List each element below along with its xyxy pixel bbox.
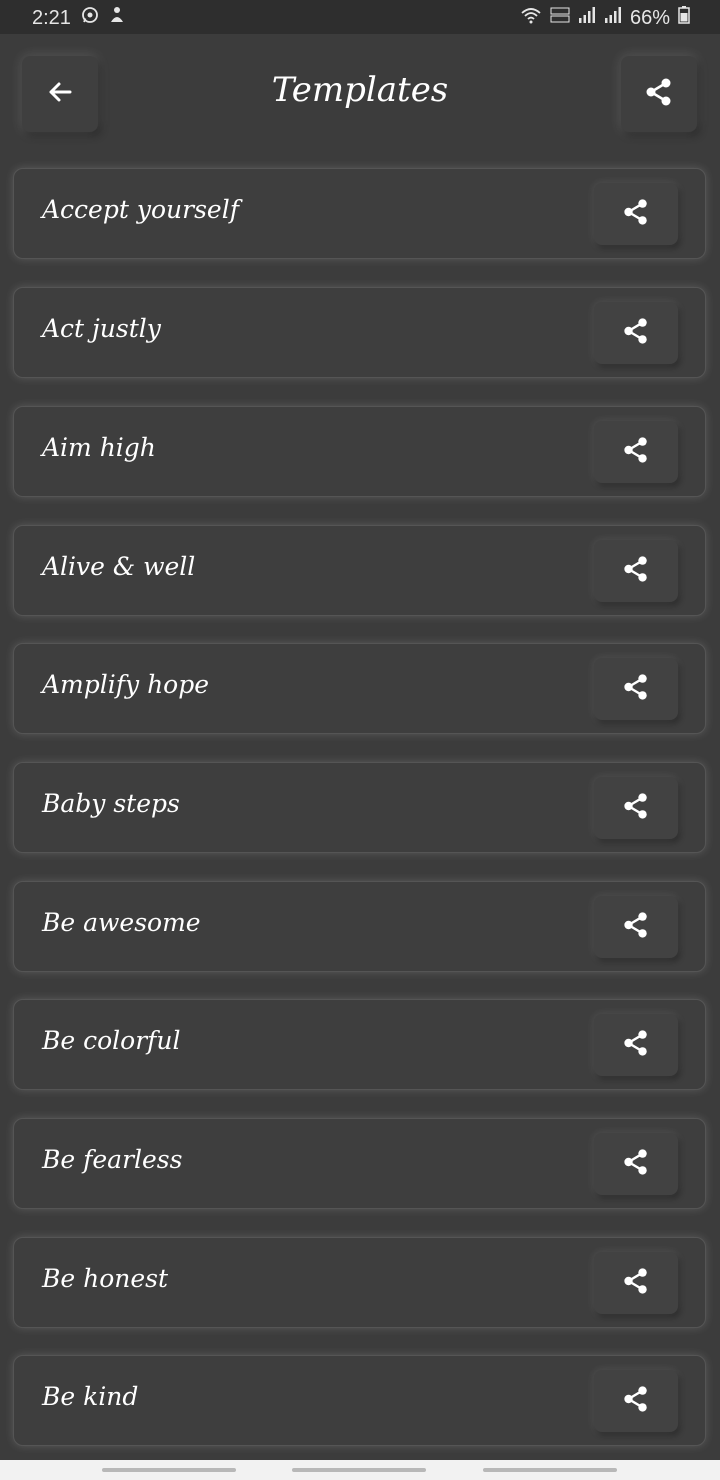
list-item-label: Be honest [42,1264,169,1293]
system-nav-bar [0,1460,720,1480]
app-header: Templates [0,34,720,154]
list-item-label: Be awesome [42,908,201,937]
share-button[interactable] [594,183,678,245]
share-button[interactable] [594,421,678,483]
page-title: Templates [271,70,449,110]
list-item-label: Accept yourself [42,195,239,224]
list-item-label: Baby steps [42,789,180,818]
share-button[interactable] [594,658,678,720]
list-item-label: Be fearless [42,1145,183,1174]
list-item-be-kind[interactable]: Be kind [13,1355,706,1446]
notification-icon [109,6,125,30]
signal-icon [604,6,622,30]
share-button[interactable] [594,540,678,602]
share-button[interactable] [594,302,678,364]
share-button[interactable] [594,1014,678,1076]
share-icon [622,673,650,705]
share-icon [622,1267,650,1299]
list-item-be-colorful[interactable]: Be colorful [13,999,706,1090]
share-icon [622,1385,650,1417]
share-button[interactable] [594,1133,678,1195]
share-icon [622,317,650,349]
arrow-left-icon [46,78,74,110]
share-icon [622,555,650,587]
list-item-amplify-hope[interactable]: Amplify hope [13,643,706,734]
list-item-alive-and-well[interactable]: Alive & well [13,525,706,616]
nav-recents-button[interactable] [102,1468,236,1472]
share-button[interactable] [594,896,678,958]
list-item-label: Act justly [42,314,161,343]
list-item-baby-steps[interactable]: Baby steps [13,762,706,853]
share-button[interactable] [594,1252,678,1314]
list-item-be-awesome[interactable]: Be awesome [13,881,706,972]
share-icon [622,911,650,943]
whatsapp-icon [81,6,99,30]
list-item-be-fearless[interactable]: Be fearless [13,1118,706,1209]
share-button[interactable] [594,1370,678,1432]
share-icon [622,198,650,230]
status-right: 66% [520,6,690,30]
signal-icon [578,6,596,30]
share-icon [622,792,650,824]
wifi-icon [520,6,542,30]
nav-home-button[interactable] [292,1468,426,1472]
status-left: 2:21 [32,6,125,30]
share-all-button[interactable] [621,56,697,132]
list-item-aim-high[interactable]: Aim high [13,406,706,497]
back-button[interactable] [22,56,98,132]
battery-percentage: 66% [629,6,670,29]
volte-icon [550,6,570,30]
list-item-act-justly[interactable]: Act justly [13,287,706,378]
status-bar: 2:21 66% [0,0,720,34]
share-icon [644,77,674,111]
list-item-label: Amplify hope [42,670,210,699]
share-icon [622,1029,650,1061]
list-item-label: Be kind [42,1382,139,1411]
battery-icon [678,6,690,30]
list-item-label: Be colorful [42,1026,181,1055]
nav-back-button[interactable] [483,1468,617,1472]
list-item-accept-yourself[interactable]: Accept yourself [13,168,706,259]
share-icon [622,1148,650,1180]
list-item-label: Aim high [42,433,156,462]
share-icon [622,436,650,468]
status-time: 2:21 [32,6,71,29]
share-button[interactable] [594,777,678,839]
list-item-be-honest[interactable]: Be honest [13,1237,706,1328]
list-item-label: Alive & well [42,552,196,581]
